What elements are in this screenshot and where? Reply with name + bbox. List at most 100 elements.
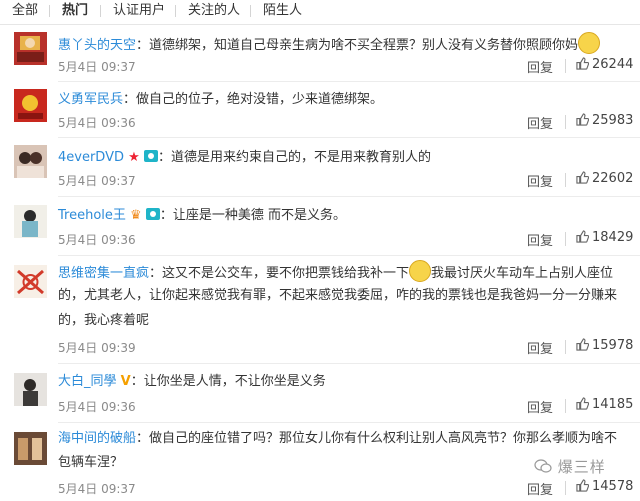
tab-separator <box>49 5 50 17</box>
thumbs-up-icon <box>576 57 589 70</box>
comment-body: ：让你坐是人情，不让你坐是义务 <box>130 374 326 389</box>
avatar[interactable] <box>14 265 47 298</box>
timestamp: 5月4日 09:37 <box>58 174 136 188</box>
divider <box>565 115 566 129</box>
watermark-text: 爆三样 <box>557 458 606 476</box>
like-count: 25983 <box>592 113 634 128</box>
like-button[interactable]: 18429 <box>576 230 633 245</box>
comment-body: ：做自己的位子，绝对没错，少来道德绑架。 <box>123 92 384 107</box>
like-count: 14185 <box>592 397 634 412</box>
like-button[interactable]: 22602 <box>576 171 633 186</box>
timestamp: 5月4日 09:37 <box>58 482 136 496</box>
comment-body: 我最讨厌火车动车上占别人座位 <box>431 266 614 281</box>
reply-button[interactable]: 回复 <box>527 57 553 76</box>
comment-body: ：让座是一种美德 而不是义务。 <box>159 208 346 223</box>
like-count: 14578 <box>592 479 634 494</box>
camera-badge-icon <box>145 208 160 220</box>
like-button[interactable]: 15978 <box>576 338 633 353</box>
verified-v-badge-icon: V <box>120 374 131 389</box>
tab-separator <box>250 5 251 17</box>
tab-all[interactable]: 全部 <box>12 3 38 19</box>
thumbs-up-icon <box>576 479 589 492</box>
comment-divider <box>58 255 640 256</box>
wechat-icon <box>534 459 552 473</box>
comment-text: 大白_同學 V：让你坐是人情，不让你坐是义务 <box>58 371 326 393</box>
divider <box>565 173 566 187</box>
watermark-logo: 爆三样 <box>534 456 606 477</box>
like-button[interactable]: 25983 <box>576 113 633 128</box>
thumbs-up-icon <box>576 230 589 243</box>
like-count: 18429 <box>592 230 634 245</box>
thumbs-up-icon <box>576 338 589 351</box>
tab-separator <box>100 5 101 17</box>
star-badge-icon: ★ <box>128 150 140 165</box>
like-button[interactable]: 14185 <box>576 397 633 412</box>
comment-text-line: 的，我心疼着呢 <box>58 313 150 328</box>
tab-following[interactable]: 关注的人 <box>188 3 240 19</box>
comment-text: 惠丫头的天空：道德绑架，知道自己母亲生病为啥不买全程票？别人没有义务替你照顾你妈 <box>58 32 601 57</box>
smile-emoji-icon <box>409 260 432 282</box>
smile-emoji-icon <box>578 32 601 54</box>
comment-text: 义勇军民兵：做自己的位子，绝对没错，少来道德绑架。 <box>58 89 383 111</box>
comment-body: ：做自己的座位错了吗？那位女儿你有什么权利让别人高风亮节？你那么孝顺为啥不 <box>136 431 618 446</box>
tab-verified-users[interactable]: 认证用户 <box>113 3 165 19</box>
timestamp: 5月4日 09:37 <box>58 60 136 74</box>
divider <box>565 232 566 246</box>
comment-body: ：这又不是公交车，要不你把票钱给我补一下 <box>149 266 410 281</box>
avatar[interactable] <box>14 205 47 238</box>
camera-badge-icon <box>143 150 158 162</box>
thumbs-up-icon <box>576 171 589 184</box>
comment-text-line: 的，尤其老人，让你起来感觉我有罪，不起来感觉我委屈，咋的我的票钱也是我爸妈一分一… <box>58 288 618 303</box>
thumbs-up-icon <box>576 113 589 126</box>
timestamp: 5月4日 09:36 <box>58 400 136 414</box>
avatar[interactable] <box>14 32 47 65</box>
username-link[interactable]: 惠丫头的天空 <box>58 38 136 53</box>
avatar[interactable] <box>14 432 47 465</box>
timestamp: 5月4日 09:36 <box>58 116 136 130</box>
timestamp: 5月4日 09:36 <box>58 233 136 247</box>
comment-divider <box>58 196 640 197</box>
reply-button[interactable]: 回复 <box>527 171 553 190</box>
timestamp: 5月4日 09:39 <box>58 341 136 355</box>
reply-button[interactable]: 回复 <box>527 113 553 132</box>
reply-button[interactable]: 回复 <box>527 397 553 416</box>
comment-text: 思维密集一直疯：这又不是公交车，要不你把票钱给我补一下 我最讨厌火车动车上占别人座… <box>58 260 613 285</box>
comment-text: Treehole王 ♛ ：让座是一种美德 而不是义务。 <box>58 205 346 227</box>
comment-text-line: 包辆车涅？ <box>58 455 124 470</box>
avatar[interactable] <box>14 145 47 178</box>
reply-button[interactable]: 回复 <box>527 479 553 498</box>
username-link[interactable]: Treehole王 <box>58 208 126 223</box>
tab-strangers[interactable]: 陌生人 <box>263 3 302 19</box>
like-button[interactable]: 26244 <box>576 57 633 72</box>
divider <box>565 340 566 354</box>
divider <box>565 399 566 413</box>
comment-divider <box>58 363 640 364</box>
like-count: 22602 <box>592 171 634 186</box>
thumbs-up-icon <box>576 397 589 410</box>
gift-badge-icon: ♛ <box>130 208 142 223</box>
like-count: 26244 <box>592 57 634 72</box>
comment-text: 4everDVD ★ ：道德是用来约束自己的，不是用来教育别人的 <box>58 147 431 169</box>
comment-body: ：道德绑架，知道自己母亲生病为啥不买全程票？别人没有义务替你照顾你妈 <box>136 38 579 53</box>
like-button[interactable]: 14578 <box>576 479 633 494</box>
username-link[interactable]: 4everDVD <box>58 150 124 165</box>
comment-text: 海中间的破船：做自己的座位错了吗？那位女儿你有什么权利让别人高风亮节？你那么孝顺… <box>58 428 617 450</box>
comment-divider <box>58 422 640 423</box>
avatar[interactable] <box>14 373 47 406</box>
username-link[interactable]: 思维密集一直疯 <box>58 266 149 281</box>
avatar[interactable] <box>14 89 47 122</box>
reply-button[interactable]: 回复 <box>527 230 553 249</box>
comment-divider <box>58 81 640 82</box>
tab-separator <box>175 5 176 17</box>
username-link[interactable]: 大白_同學 <box>58 374 117 389</box>
like-count: 15978 <box>592 338 634 353</box>
divider <box>565 59 566 73</box>
username-link[interactable]: 义勇军民兵 <box>58 92 123 107</box>
comment-divider <box>58 137 640 138</box>
tab-hot[interactable]: 热门 <box>62 3 88 19</box>
username-link[interactable]: 海中间的破船 <box>58 431 136 446</box>
divider <box>565 481 566 495</box>
filter-tabs: 全部 热门 认证用户 关注的人 陌生人 <box>0 0 640 25</box>
comment-body: ：道德是用来约束自己的，不是用来教育别人的 <box>157 150 431 165</box>
reply-button[interactable]: 回复 <box>527 338 553 357</box>
